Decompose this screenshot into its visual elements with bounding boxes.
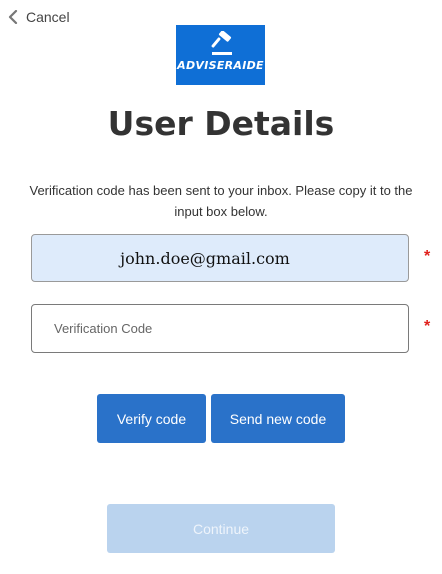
chevron-left-icon [8, 10, 18, 24]
gavel-icon [210, 31, 232, 55]
page-title: User Details [107, 104, 335, 143]
cancel-label: Cancel [26, 9, 70, 25]
email-value: john.doe@gmail.com [120, 248, 290, 268]
code-required-marker: * [424, 318, 431, 335]
email-required-marker: * [424, 248, 431, 265]
verify-code-button[interactable]: Verify code [97, 394, 206, 443]
logo-text: ADVISERAIDE [177, 59, 264, 72]
verification-message: Verification code has been sent to your … [29, 183, 413, 219]
verification-code-input[interactable] [32, 305, 408, 352]
continue-button[interactable]: Continue [107, 504, 335, 553]
verification-code-field[interactable] [31, 304, 409, 353]
company-logo: ADVISERAIDE [176, 25, 265, 85]
send-new-code-button[interactable]: Send new code [211, 394, 345, 443]
cancel-link[interactable]: Cancel [8, 9, 70, 25]
email-field[interactable]: john.doe@gmail.com [31, 234, 409, 282]
